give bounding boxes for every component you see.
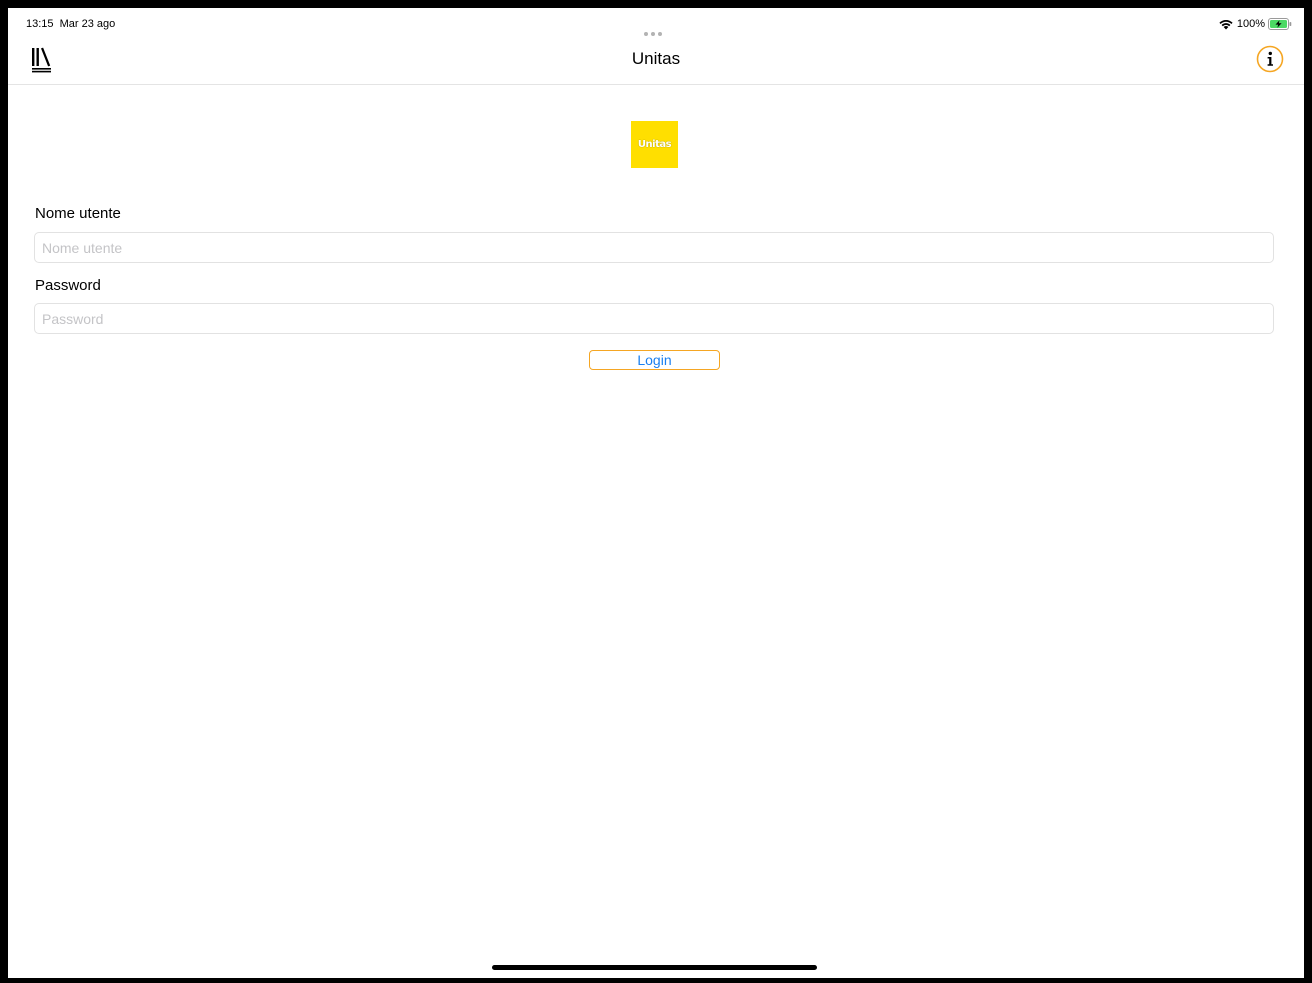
home-indicator[interactable] [492, 965, 817, 970]
battery-charging-icon [1268, 18, 1292, 30]
status-right-group: 100% [1218, 17, 1292, 31]
logo-text: Unitas [637, 139, 672, 150]
username-input[interactable] [34, 232, 1274, 263]
battery-percentage: 100% [1236, 18, 1265, 30]
page-title: Unitas [631, 49, 681, 68]
multitasking-dots-icon[interactable] [644, 23, 668, 36]
app-screen: 13:15 Mar 23 ago 100% Unitas Unitas Nome… [8, 8, 1304, 978]
status-bar: 13:15 Mar 23 ago 100% [8, 8, 1304, 36]
navigation-bar: Unitas [8, 36, 1304, 85]
password-input[interactable] [34, 303, 1274, 334]
login-button[interactable]: Login [589, 350, 720, 370]
info-icon[interactable] [1256, 45, 1284, 73]
username-label: Nome utente [35, 205, 121, 222]
unitas-logo: Unitas [631, 121, 678, 168]
wifi-icon [1219, 20, 1233, 30]
status-time: 13:15 Mar 23 ago [26, 18, 116, 30]
password-label: Password [35, 277, 101, 294]
